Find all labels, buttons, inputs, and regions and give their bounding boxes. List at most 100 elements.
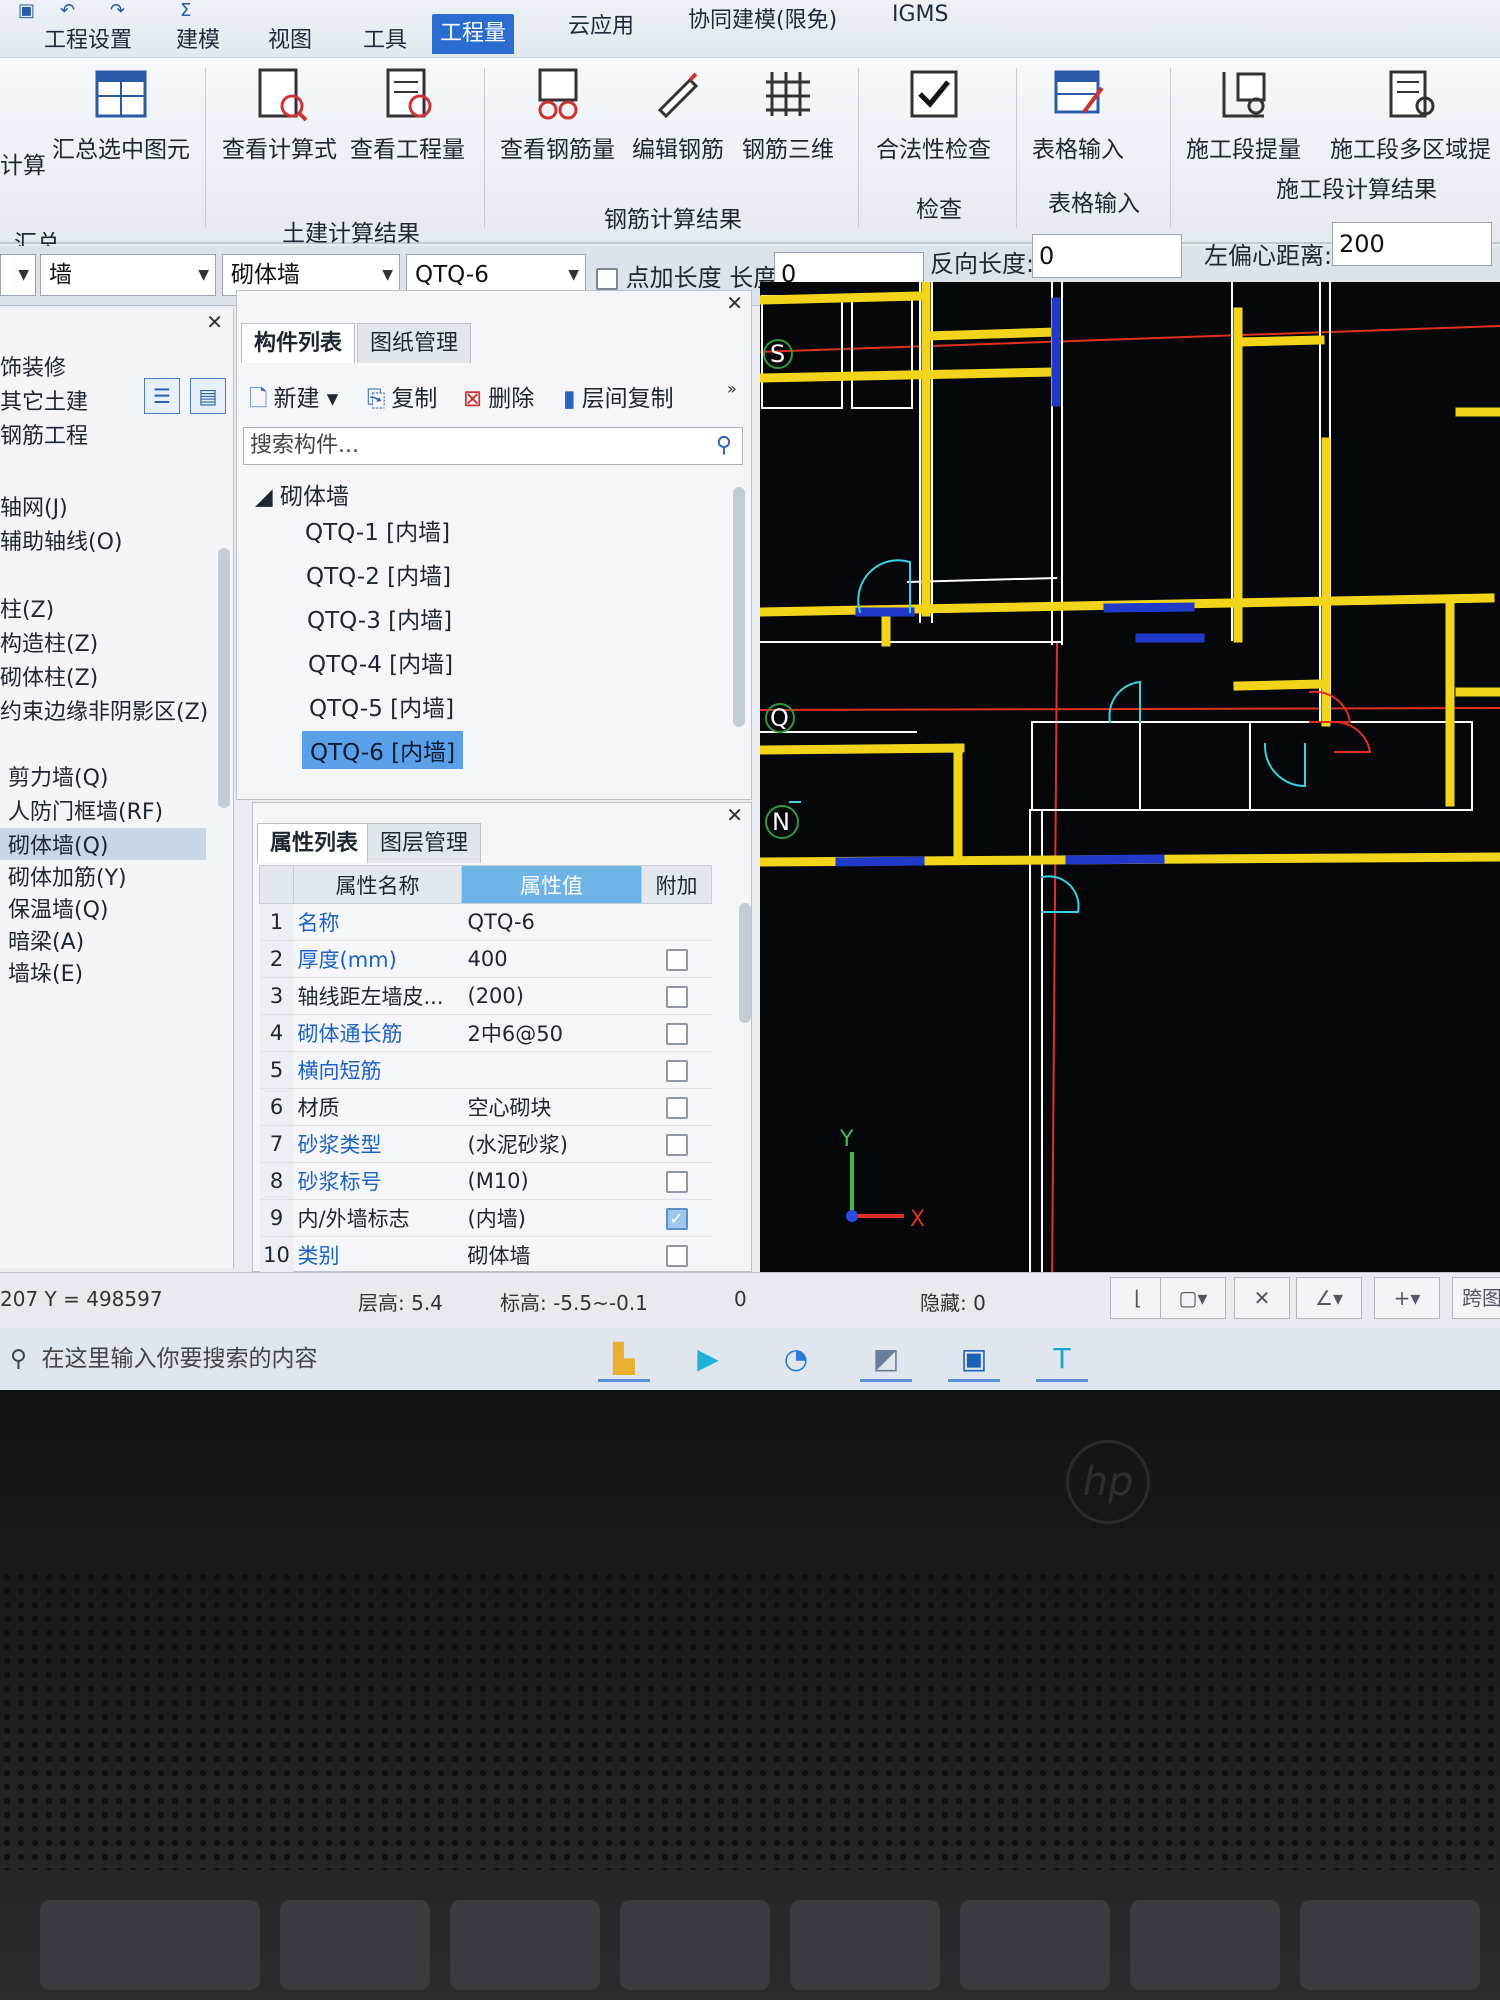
rebar-3d-button[interactable]: 钢筋三维 [742, 66, 834, 164]
property-value-field[interactable]: (内墙) [461, 1199, 642, 1237]
view-rebar-button[interactable]: 查看钢筋量 [500, 66, 615, 164]
left-offset-input[interactable]: 200 [1332, 222, 1492, 266]
sum-selected-button[interactable]: 汇总选中图元 [52, 66, 190, 164]
close-icon[interactable]: ✕ [726, 803, 743, 827]
text-app-icon[interactable]: T [1036, 1336, 1088, 1382]
sidebar-item[interactable]: 柱(Z) [0, 592, 206, 624]
browser-icon[interactable]: ◔ [770, 1336, 822, 1382]
sidebar-item[interactable]: 人防门框墙(RF) [0, 794, 206, 826]
snap-icon[interactable]: +▾ [1374, 1277, 1440, 1319]
tab-layer-management[interactable]: 图层管理 [367, 823, 482, 863]
component-item[interactable]: QTQ-6 [内墙] [302, 731, 464, 769]
tab-drawing-management[interactable]: 图纸管理 [357, 323, 472, 363]
property-value-field[interactable]: 空心砌块 [461, 1088, 642, 1126]
drawing-canvas[interactable]: S Q N Y X [760, 282, 1500, 1282]
property-row[interactable]: 9 内/外墙标志 (内墙) ✓ [259, 1199, 712, 1237]
tab-component-list[interactable]: 构件列表 [241, 323, 356, 363]
tab-cloud[interactable]: 云应用 [560, 12, 642, 42]
add-length-checkbox-group[interactable]: 点加长度 长度: [596, 258, 785, 293]
cross-drawing-button[interactable]: 跨图 [1452, 1277, 1500, 1319]
extra-checkbox[interactable]: ✓ [665, 1208, 688, 1230]
validity-check-button[interactable]: 合法性检查 [876, 66, 991, 164]
stage-multi-button[interactable]: 施工段多区域提 [1330, 66, 1491, 164]
app-window-icon[interactable]: ◩ [860, 1336, 912, 1382]
extra-checkbox[interactable] [665, 1134, 688, 1156]
sidebar-item[interactable]: 约束边缘非阴影区(Z) [0, 694, 208, 726]
tree-group-masonry-wall[interactable]: ◢ 砌体墙 [255, 477, 349, 511]
sidebar-item[interactable]: 暗梁(A) [0, 924, 206, 956]
sidebar-item[interactable]: 构造柱(Z) [0, 626, 206, 658]
close-icon[interactable]: ✕ [206, 310, 223, 334]
cross-icon[interactable]: ✕ [1234, 1277, 1290, 1319]
view-quantity-button[interactable]: 查看工程量 [350, 66, 465, 164]
property-row[interactable]: 3 轴线距左墙皮... (200) [259, 977, 712, 1015]
sidebar-item[interactable]: 钢筋工程 [0, 418, 206, 450]
property-row[interactable]: 10 类别 砌体墙 [259, 1236, 712, 1274]
property-row[interactable]: 2 厚度(mm) 400 [259, 940, 712, 978]
sidebar-item[interactable]: 辅助轴线(O) [0, 524, 206, 556]
property-value-field[interactable] [461, 1051, 642, 1089]
sidebar-item[interactable]: 轴网(J) [0, 490, 206, 522]
extra-checkbox[interactable] [665, 1023, 688, 1045]
edit-rebar-button[interactable]: 编辑钢筋 [632, 66, 724, 164]
ortho-icon[interactable]: ⌊ [1110, 1277, 1166, 1319]
property-row[interactable]: 5 横向短筋 [259, 1051, 712, 1089]
floor-plan[interactable]: S Q N Y X [760, 282, 1500, 1282]
tab-quantity[interactable]: 工程量 [432, 14, 515, 54]
property-value-field[interactable]: (200) [461, 977, 642, 1015]
extra-checkbox[interactable] [665, 1171, 688, 1193]
copy-button[interactable]: ⎘ 复制 [367, 379, 437, 413]
close-icon[interactable]: ✕ [726, 291, 743, 315]
component-item[interactable]: QTQ-2 [内墙] [298, 555, 459, 593]
more-icon[interactable]: » [727, 379, 737, 398]
sidebar-item[interactable]: 砌体柱(Z) [0, 660, 206, 692]
floor-select[interactable]: ▼ [0, 254, 36, 296]
extra-checkbox[interactable] [665, 1097, 688, 1119]
property-row[interactable]: 6 材质 空心砌块 [259, 1088, 712, 1126]
sidebar-item[interactable]: 其它土建 [0, 384, 206, 416]
property-value-field[interactable]: QTQ-6 [461, 903, 642, 941]
undo-icon[interactable]: ↶ [60, 2, 80, 20]
select-box-icon[interactable]: ▢▾ [1160, 1277, 1226, 1319]
extra-checkbox[interactable] [665, 986, 688, 1008]
file-explorer-icon[interactable]: ▙ [598, 1336, 650, 1382]
extra-checkbox[interactable] [665, 1060, 688, 1082]
property-scrollbar[interactable] [739, 903, 751, 1023]
angle-icon[interactable]: ∠▾ [1296, 1277, 1362, 1319]
taskbar-search-input[interactable]: ⚲ 在这里输入你要搜索的内容 [10, 1336, 570, 1382]
property-row[interactable]: 7 砂浆类型 (水泥砂浆) [259, 1125, 712, 1163]
media-player-icon[interactable]: ▶ [682, 1336, 734, 1382]
tab-igms[interactable]: IGMS [884, 0, 956, 30]
property-row[interactable]: 8 砂浆标号 (M10) [259, 1162, 712, 1200]
delete-button[interactable]: ⊠ 删除 [463, 379, 534, 413]
sidebar-item[interactable]: 剪力墙(Q) [0, 760, 206, 792]
add-length-checkbox[interactable] [596, 268, 618, 290]
component-item[interactable]: QTQ-4 [内墙] [300, 643, 461, 681]
cad-app-icon[interactable]: ▣ [948, 1336, 1000, 1382]
nav-scrollbar[interactable] [218, 548, 230, 808]
component-item[interactable]: QTQ-5 [内墙] [301, 687, 462, 725]
property-value-field[interactable]: 砌体墙 [461, 1236, 642, 1274]
component-scrollbar[interactable] [733, 487, 745, 727]
sidebar-item[interactable]: 砌体加筋(Y) [0, 860, 206, 892]
property-value-field[interactable]: 400 [461, 940, 642, 978]
calc-button[interactable]: 计算 [0, 146, 46, 180]
sidebar-item[interactable]: 砌体墙(Q) [0, 828, 206, 860]
tab-project-settings[interactable]: 工程设置 [36, 26, 140, 56]
extra-checkbox[interactable] [665, 1245, 688, 1267]
component-item[interactable]: QTQ-3 [内墙] [299, 599, 460, 637]
tab-collab[interactable]: 协同建模(限免) [680, 6, 845, 36]
property-value-field[interactable]: (M10) [461, 1162, 642, 1200]
floor-copy-button[interactable]: ▮ 层间复制 [563, 379, 674, 413]
stage-extract-button[interactable]: 施工段提量 [1186, 66, 1301, 164]
sidebar-item[interactable]: 饰装修 [0, 350, 206, 382]
sidebar-item[interactable]: 墙垛(E) [0, 956, 206, 988]
property-value-field[interactable]: 2中6@50 [461, 1014, 642, 1052]
table-input-button[interactable]: 表格输入 [1032, 66, 1124, 164]
tab-view[interactable]: 视图 [260, 26, 320, 56]
tab-property-list[interactable]: 属性列表 [257, 823, 372, 863]
sum-icon[interactable]: Σ [180, 2, 200, 20]
property-value-field[interactable]: (水泥砂浆) [461, 1125, 642, 1163]
component-item[interactable]: QTQ-1 [内墙] [297, 511, 458, 549]
save-icon[interactable]: ▣ [18, 2, 38, 20]
